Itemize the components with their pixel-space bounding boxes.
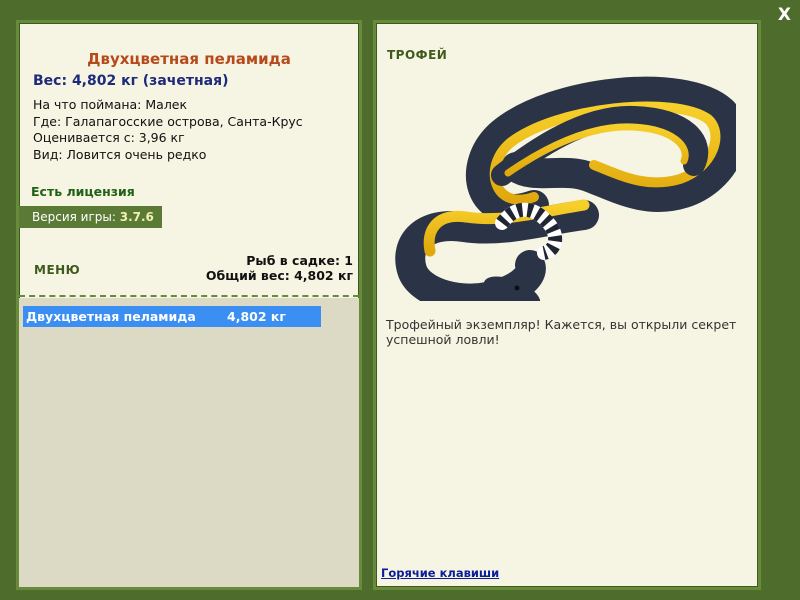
rated-from-text: Оценивается с: 3,96 кг <box>33 130 185 145</box>
caught-on-text: На что поймана: Малек <box>33 97 188 112</box>
fish-info-panel: Двухцветная пеламида Вес: 4,802 кг (заче… <box>16 20 362 590</box>
fish-name-title: Двухцветная пеламида <box>87 50 291 68</box>
list-item[interactable]: Двухцветная пеламида 4,802 кг <box>23 306 321 327</box>
rarity-text: Вид: Ловится очень редко <box>33 146 207 162</box>
catch-list: Двухцветная пеламида 4,802 кг <box>19 298 359 587</box>
keepnet-stats: Рыб в садке: 1 Общий вес: 4,802 кг <box>206 253 353 283</box>
list-item-name: Двухцветная пеламида <box>26 309 196 324</box>
sea-snake-image <box>395 76 736 301</box>
fish-weight: Вес: 4,802 кг (зачетная) <box>33 73 229 89</box>
version-bar: Версия игры: 3.7.6 <box>19 206 162 228</box>
trophy-description: Трофейный экземпляр! Кажется, вы открыли… <box>386 317 737 347</box>
location-text: Где: Галапагосские острова, Санта-Крус <box>33 113 303 129</box>
hotkeys-link[interactable]: Горячие клавиши <box>381 566 499 580</box>
list-item-weight: 4,802 кг <box>227 309 286 324</box>
menu-button[interactable]: МЕНЮ <box>34 263 80 277</box>
game-screen: X Двухцветная пеламида Вес: 4,802 кг (за… <box>0 0 800 600</box>
total-weight: Общий вес: 4,802 кг <box>205 268 353 283</box>
fish-count: Рыб в садке: 1 <box>246 253 353 268</box>
fish-details: На что поймана: Малек Где: Галапагосские… <box>33 97 303 163</box>
close-button[interactable]: X <box>778 4 791 26</box>
divider <box>19 295 359 297</box>
snake-eye <box>514 285 520 291</box>
trophy-panel: ТРОФЕЙ Трофейный экземпляр! Кажется, вы … <box>373 20 761 590</box>
license-status: Есть лицензия <box>31 184 135 199</box>
version-label: Версия игры: <box>32 210 116 224</box>
version-value: 3.7.6 <box>119 210 154 224</box>
